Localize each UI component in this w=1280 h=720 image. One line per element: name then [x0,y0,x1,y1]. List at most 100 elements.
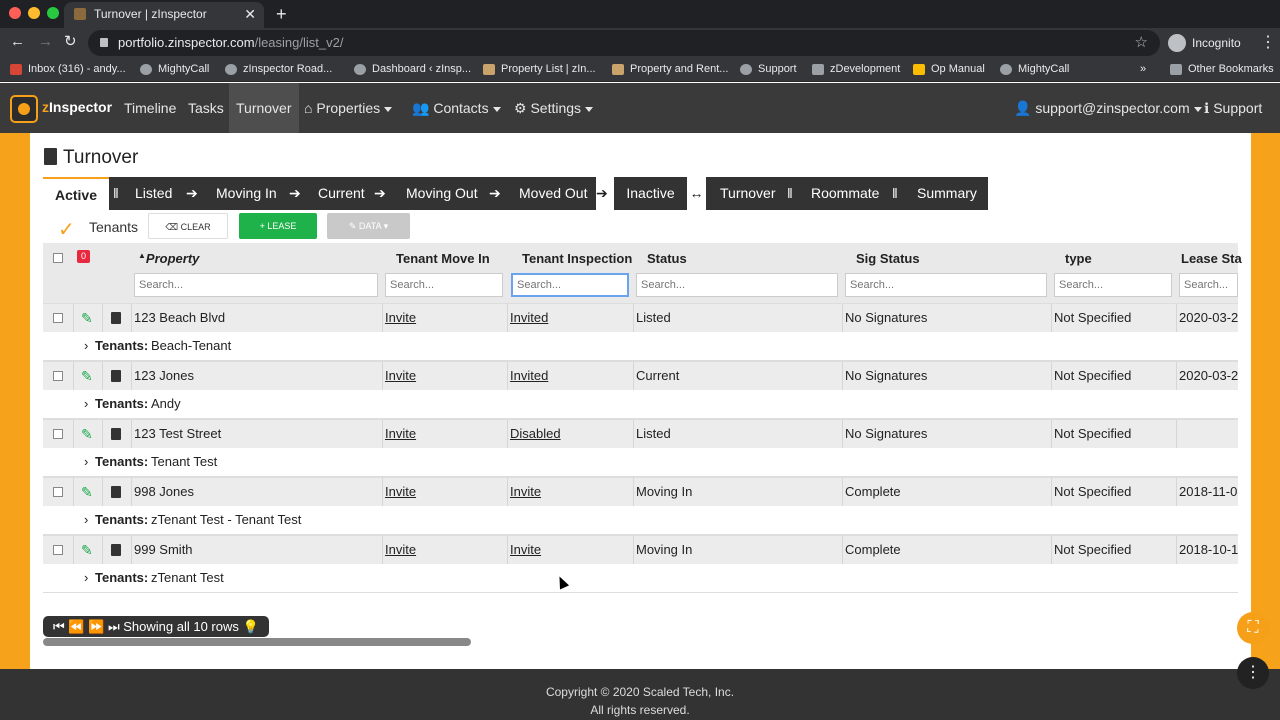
user-menu[interactable]: 👤 support@zinspector.com [1014,83,1202,133]
column-header-type[interactable]: type [1065,251,1092,266]
reload-icon[interactable]: ↻ [64,34,77,50]
bookmark-item[interactable]: Property and Rent... [612,58,728,82]
tenant-detail-row[interactable]: › Tenants: Andy [43,390,1238,419]
tab-turnover[interactable]: Turnover [720,177,776,210]
invite-link[interactable]: Invite [385,484,416,499]
clipboard-icon[interactable] [111,428,121,440]
chevron-right-icon[interactable]: › [84,396,88,411]
bookmark-item[interactable]: Property List | zIn... [483,58,596,82]
invite-link[interactable]: Invite [385,426,416,441]
row-checkbox[interactable] [53,371,63,381]
close-window-button[interactable] [9,7,21,19]
clipboard-icon[interactable] [111,486,121,498]
nav-properties[interactable]: ⌂ Properties [304,83,393,133]
column-header-tenant-inspection[interactable]: Tenant Inspection [522,251,632,266]
tenants-filter-label[interactable]: Tenants [89,219,138,235]
inspection-link[interactable]: Disabled [510,426,561,441]
minimize-window-button[interactable] [28,7,40,19]
tenant-detail-row[interactable]: › Tenants: zTenant Test [43,564,1238,593]
edit-icon[interactable]: ✎ [81,542,93,559]
row-checkbox[interactable] [53,487,63,497]
chevron-right-icon[interactable]: › [84,570,88,585]
chevron-right-icon[interactable]: › [84,454,88,469]
last-page-icon[interactable]: ⏭ [108,619,123,634]
more-options-icon[interactable]: ⋮ [1237,657,1269,689]
search-input-property[interactable] [134,273,378,297]
tab-roommate[interactable]: Roommate [811,177,879,210]
forward-icon[interactable]: → [38,34,53,50]
column-header-status[interactable]: Status [647,251,687,266]
bookmark-item[interactable]: Inbox (316) - andy... [10,58,126,82]
bookmark-item[interactable]: Dashboard ‹ zInsp... [354,58,471,82]
browser-tab[interactable]: Turnover | zInspector ✕ [64,2,264,28]
nav-support[interactable]: ℹ Support [1204,83,1262,133]
bookmark-item[interactable]: MightyCall [140,58,209,82]
column-header-lease-start[interactable]: Lease Sta [1181,251,1242,266]
nav-tasks[interactable]: Tasks [188,83,224,133]
search-input-move-in[interactable] [385,273,503,297]
column-header-tenant-move-in[interactable]: Tenant Move In [396,251,490,266]
search-input-type[interactable] [1054,273,1172,297]
tab-active[interactable]: Active [43,177,109,210]
edit-icon[interactable]: ✎ [81,310,93,327]
search-input-inspection[interactable] [511,273,629,297]
nav-settings[interactable]: ⚙ Settings [514,83,594,133]
add-lease-button[interactable]: + LEASE [239,213,317,239]
chevron-right-icon[interactable]: › [84,512,88,527]
search-input-status[interactable] [636,273,838,297]
inspection-link[interactable]: Invite [510,542,541,557]
inspection-link[interactable]: Invited [510,310,548,325]
tab-moving-in[interactable]: Moving In [216,177,277,210]
inspection-link[interactable]: Invite [510,484,541,499]
row-checkbox[interactable] [53,313,63,323]
bookmark-item[interactable]: zInspector Road... [225,58,332,82]
edit-icon[interactable]: ✎ [81,368,93,385]
row-checkbox[interactable] [53,429,63,439]
tab-current[interactable]: Current [318,177,365,210]
invite-link[interactable]: Invite [385,310,416,325]
tab-listed[interactable]: Listed [135,177,172,210]
data-dropdown-button[interactable]: ✎ DATA ▾ [327,213,410,239]
back-icon[interactable]: ← [10,34,25,50]
other-bookmarks[interactable]: Other Bookmarks [1170,58,1274,82]
app-logo-icon[interactable] [10,95,38,123]
tenant-detail-row[interactable]: › Tenants: Tenant Test [43,448,1238,477]
bookmark-item[interactable]: Support [740,58,797,82]
nav-contacts[interactable]: 👥 Contacts [412,83,501,133]
first-page-icon[interactable]: ⏮ [53,619,68,634]
bookmark-item[interactable]: Op Manual [913,58,985,82]
edit-icon[interactable]: ✎ [81,426,93,443]
tab-moving-out[interactable]: Moving Out [406,177,478,210]
tab-moved-out[interactable]: Moved Out [519,177,587,210]
lightbulb-icon[interactable]: 💡 [239,619,258,634]
brand[interactable]: zInspector [42,99,112,115]
clipboard-icon[interactable] [111,544,121,556]
row-checkbox[interactable] [53,545,63,555]
bookmarks-overflow-button[interactable]: » [1140,58,1146,82]
nav-turnover[interactable]: Turnover [229,83,299,133]
tenant-detail-row[interactable]: › Tenants: Beach-Tenant [43,332,1238,361]
invite-link[interactable]: Invite [385,542,416,557]
maximize-window-button[interactable] [47,7,59,19]
search-input-lease-start[interactable] [1179,273,1238,297]
column-header-property[interactable]: ▲Property [138,251,199,266]
nav-timeline[interactable]: Timeline [124,83,176,133]
new-tab-button[interactable]: + [276,2,287,26]
url-field[interactable]: portfolio.zinspector.com/leasing/list_v2… [88,30,1160,56]
invite-link[interactable]: Invite [385,368,416,383]
inspection-link[interactable]: Invited [510,368,548,383]
fullscreen-icon[interactable]: ⛶ [1237,612,1269,644]
browser-menu-icon[interactable]: ⋮ [1260,32,1276,52]
bookmark-item[interactable]: MightyCall [1000,58,1069,82]
select-all-checkbox[interactable] [53,253,63,263]
chevron-right-icon[interactable]: › [84,338,88,353]
bookmark-star-icon[interactable]: ☆ [1135,30,1148,56]
incognito-indicator[interactable]: Incognito [1168,33,1241,53]
clear-button[interactable]: ⌫ CLEAR [148,213,228,239]
edit-icon[interactable]: ✎ [81,484,93,501]
tenant-detail-row[interactable]: › Tenants: zTenant Test - Tenant Test [43,506,1238,535]
tab-inactive[interactable]: Inactive [614,177,687,210]
tab-summary[interactable]: Summary [917,177,977,210]
close-tab-icon[interactable]: ✕ [244,2,256,26]
clipboard-icon[interactable] [111,370,121,382]
